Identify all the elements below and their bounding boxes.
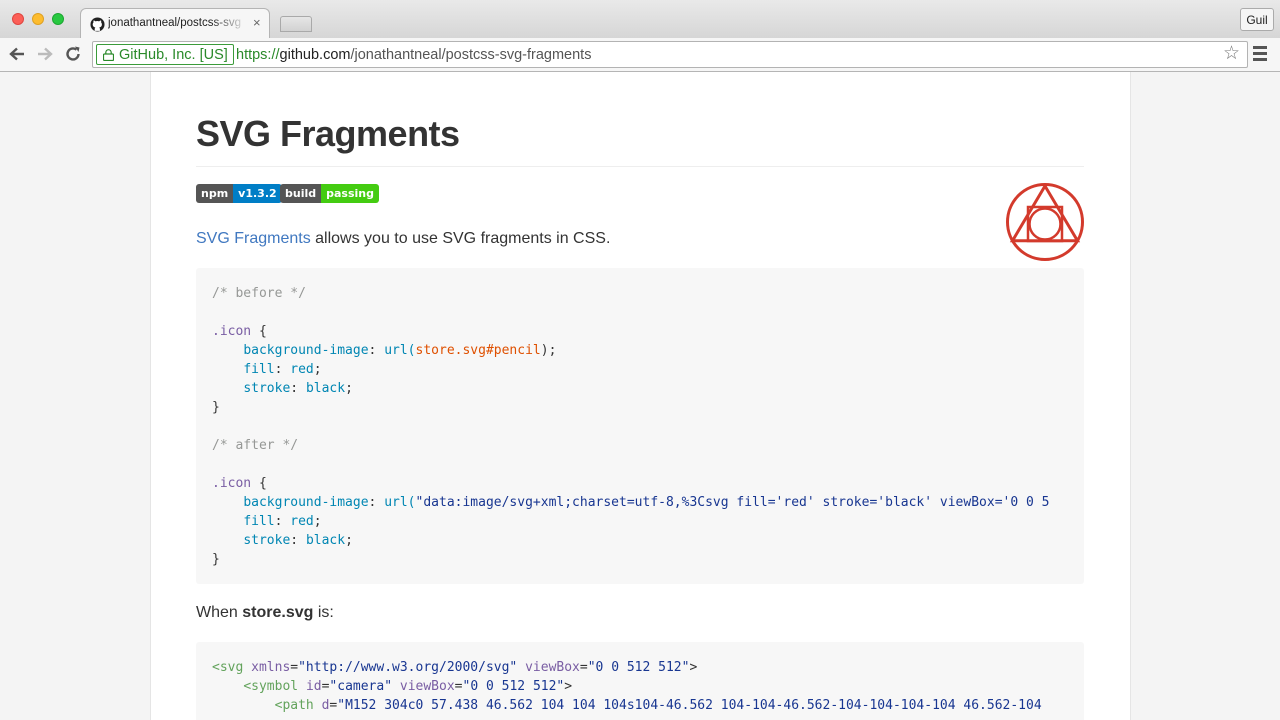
when-suffix: is:: [313, 604, 334, 621]
code-property: background-image: [243, 343, 369, 358]
code-attr-value: "M152 304c0 57.438 46.562 104 104 104s10…: [337, 698, 1042, 713]
code-brace: {: [251, 324, 267, 339]
code-value: red: [290, 362, 314, 377]
build-status-badge[interactable]: build passing: [280, 184, 379, 203]
code-tag: <svg: [212, 660, 244, 675]
hamburger-menu-icon[interactable]: [1253, 46, 1267, 62]
browser-toolbar: GitHub, Inc. [US] https://github.com/jon…: [0, 38, 1280, 72]
when-filename: store.svg: [242, 604, 314, 621]
lock-icon: [103, 49, 114, 61]
browser-titlebar: jonathantneal/postcss-svg × Guil: [0, 0, 1280, 39]
code-property: background-image: [243, 495, 369, 510]
code-property: stroke: [243, 533, 291, 548]
code-value: black: [305, 381, 346, 396]
ev-certificate-badge[interactable]: GitHub, Inc. [US]: [96, 44, 234, 65]
code-attr-value: "0 0 512 512": [462, 679, 565, 694]
profile-button[interactable]: Guil: [1240, 8, 1274, 31]
code-attr-value: "0 0 512 512": [587, 660, 690, 675]
code-attr-value: "camera": [329, 679, 393, 694]
code-attr-value: "http://www.w3.org/2000/svg": [298, 660, 518, 675]
code-property: fill: [243, 514, 275, 529]
intro-text: allows you to use SVG fragments in CSS.: [310, 230, 611, 247]
code-function: url(: [384, 495, 416, 510]
code-paren: );: [540, 343, 557, 358]
code-brace: {: [251, 476, 267, 491]
code-property: fill: [243, 362, 275, 377]
code-attr: id: [305, 679, 322, 694]
forward-arrow-icon[interactable]: [35, 45, 55, 63]
code-brace: }: [212, 400, 220, 415]
npm-badge-value: v1.3.2: [233, 184, 282, 203]
browser-tab-active[interactable]: jonathantneal/postcss-svg ×: [80, 8, 270, 39]
code-property: stroke: [243, 381, 291, 396]
url-text: https://github.com/jonathantneal/postcss…: [236, 46, 591, 64]
code-selector: .icon: [212, 476, 252, 491]
code-value: red: [290, 514, 314, 529]
code-tag: <symbol: [243, 679, 299, 694]
bookmark-star-icon[interactable]: ☆: [1223, 44, 1240, 64]
tab-close-icon[interactable]: ×: [253, 15, 261, 31]
back-arrow-icon[interactable]: [7, 45, 27, 63]
code-comment: /* before */: [212, 286, 306, 301]
svg-code-block: <svg xmlns="http://www.w3.org/2000/svg" …: [196, 642, 1084, 720]
postcss-logo-icon[interactable]: [1005, 182, 1085, 262]
ev-label: GitHub, Inc. [US]: [119, 47, 228, 63]
when-prefix: When: [196, 604, 243, 621]
code-data-uri: "data:image/svg+xml;charset=utf-8,%3Csvg…: [415, 495, 1050, 510]
code-url: store.svg#pencil: [415, 343, 541, 358]
github-icon: [90, 17, 105, 32]
address-bar[interactable]: GitHub, Inc. [US] https://github.com/jon…: [92, 41, 1248, 68]
code-attr: viewBox: [525, 660, 580, 675]
code-attr: d: [321, 698, 330, 713]
build-badge-label: build: [280, 184, 322, 203]
code-attr: viewBox: [399, 679, 455, 694]
new-tab-button[interactable]: [280, 16, 312, 32]
page-viewport: SVG Fragments npm v1.3.2 build passing S…: [0, 72, 1280, 720]
page-title: SVG Fragments: [196, 113, 460, 154]
tab-title-fade: [211, 13, 248, 33]
url-path: /jonathantneal/postcss-svg-fragments: [350, 47, 592, 63]
window-minimize-button[interactable]: [32, 13, 44, 25]
build-badge-value: passing: [321, 184, 379, 203]
code-selector: .icon: [212, 324, 252, 339]
code-attr: xmlns: [251, 660, 291, 675]
readme-container: SVG Fragments npm v1.3.2 build passing S…: [150, 72, 1131, 720]
title-divider: [196, 166, 1084, 167]
code-tag: <path: [274, 698, 314, 713]
url-host: github.com: [279, 47, 351, 63]
when-paragraph: When store.svg is:: [196, 602, 334, 624]
intro-paragraph: SVG Fragments allows you to use SVG frag…: [196, 228, 610, 250]
css-code-block: /* before */ .icon { background-image: u…: [196, 268, 1084, 584]
code-function: url(: [384, 343, 416, 358]
window-maximize-button[interactable]: [52, 13, 64, 25]
code-value: black: [305, 533, 346, 548]
code-brace: }: [212, 552, 220, 567]
npm-badge-label: npm: [196, 184, 234, 203]
npm-version-badge[interactable]: npm v1.3.2: [196, 184, 282, 203]
window-close-button[interactable]: [12, 13, 24, 25]
reload-icon[interactable]: [63, 45, 83, 63]
svg-fragments-link[interactable]: SVG Fragments: [196, 230, 311, 247]
code-comment: /* after */: [212, 438, 299, 453]
url-scheme: https://: [236, 47, 280, 63]
